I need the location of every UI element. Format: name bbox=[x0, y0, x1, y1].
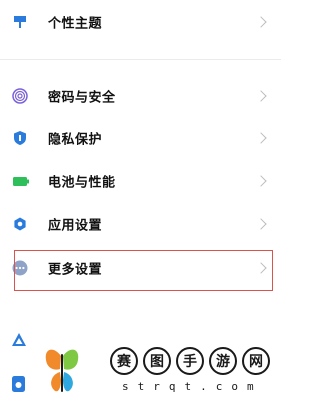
highlight-box bbox=[14, 250, 273, 291]
watermark-domain: strqt.com bbox=[122, 380, 263, 393]
settings-item-battery[interactable]: 电池与性能 bbox=[0, 161, 281, 201]
chevron-right-icon bbox=[255, 16, 267, 28]
settings-item-label: 个性主题 bbox=[48, 16, 103, 32]
chevron-right-icon bbox=[255, 90, 267, 102]
settings-item-password-security[interactable]: 密码与安全 bbox=[0, 76, 281, 116]
watermark-char: 赛 bbox=[110, 347, 138, 375]
watermark-char: 图 bbox=[143, 347, 171, 375]
palette-icon bbox=[12, 14, 28, 30]
settings-item-theme[interactable]: 个性主题 bbox=[0, 2, 281, 42]
section-divider bbox=[0, 59, 281, 60]
gear-icon bbox=[12, 216, 28, 232]
watermark-char: 网 bbox=[242, 347, 270, 375]
watermark-char: 手 bbox=[176, 347, 204, 375]
battery-icon bbox=[12, 173, 29, 189]
settings-item-label: 应用设置 bbox=[48, 218, 103, 234]
chevron-right-icon bbox=[255, 218, 267, 230]
watermark-char: 游 bbox=[209, 347, 237, 375]
chevron-right-icon bbox=[255, 175, 267, 187]
settings-item-label: 隐私保护 bbox=[48, 132, 103, 148]
watermark: 赛 图 手 游 网 strqt.com bbox=[40, 344, 281, 400]
security-app-icon bbox=[11, 375, 27, 397]
app-store-icon bbox=[11, 332, 27, 352]
butterfly-logo bbox=[45, 349, 79, 392]
chevron-right-icon bbox=[255, 132, 267, 144]
settings-item-app-settings[interactable]: 应用设置 bbox=[0, 204, 281, 244]
shield-icon bbox=[12, 130, 28, 146]
settings-item-label: 密码与安全 bbox=[48, 90, 116, 106]
settings-item-privacy[interactable]: 隐私保护 bbox=[0, 118, 281, 158]
settings-item-label: 电池与性能 bbox=[48, 175, 116, 191]
fingerprint-icon bbox=[12, 88, 28, 104]
